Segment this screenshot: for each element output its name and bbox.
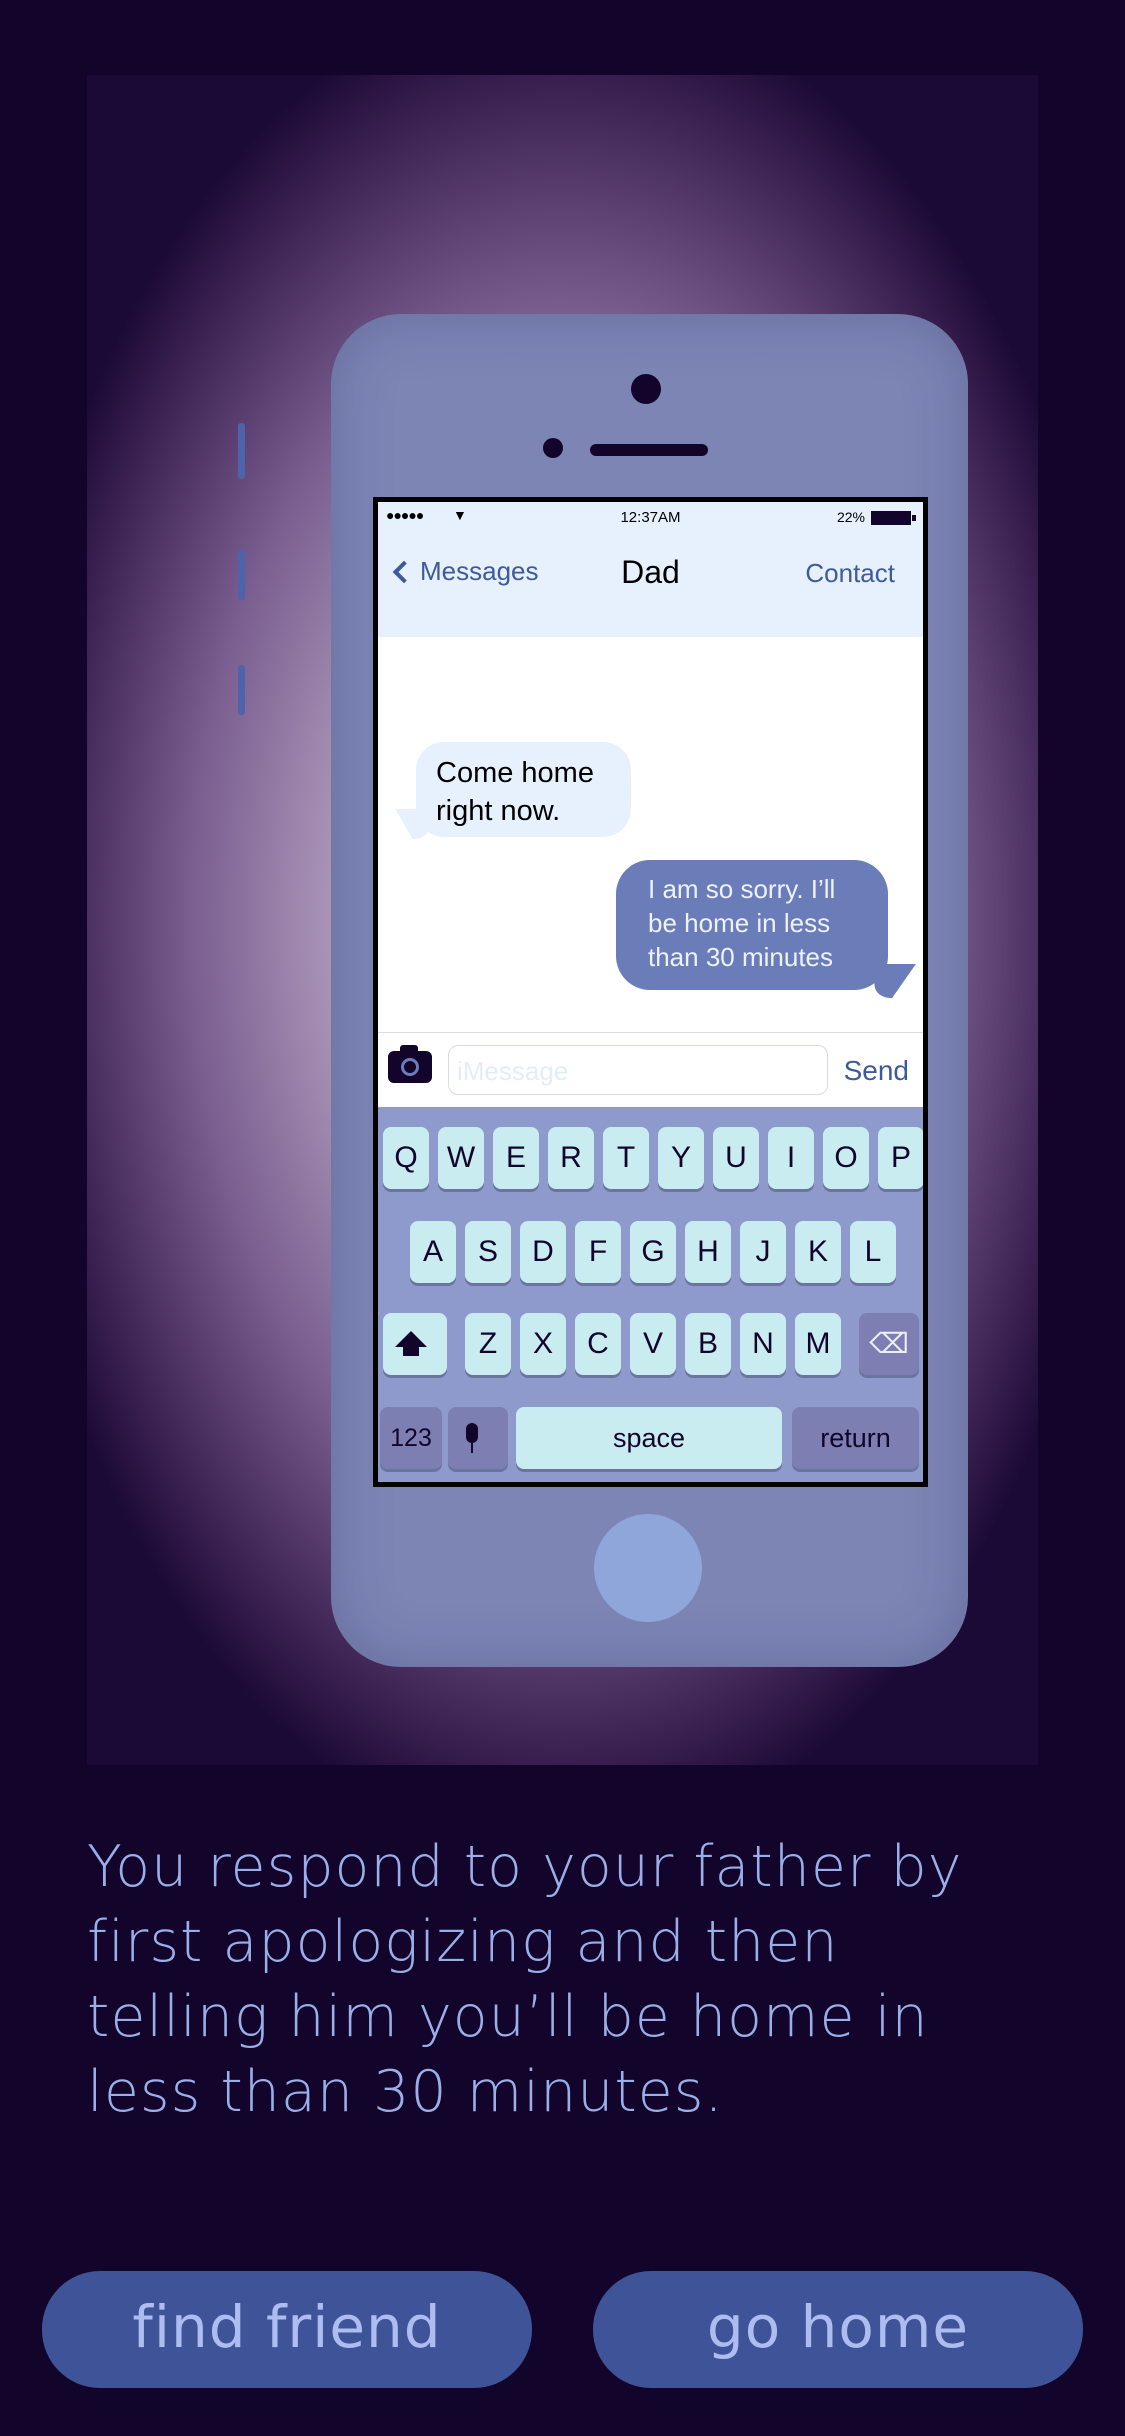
key-b: B [685, 1313, 731, 1375]
phone-volume-up [238, 550, 245, 600]
proximity-sensor [543, 438, 563, 458]
phone-screen: ●●●●● ▼ 12:37AM 22% Messages Dad Contact… [373, 497, 928, 1487]
incoming-message-bubble: Come home right now. [416, 742, 631, 837]
key-v: V [630, 1313, 676, 1375]
key-z: Z [465, 1313, 511, 1375]
key-l: L [850, 1221, 896, 1283]
message-line: right now. [436, 795, 561, 827]
message-input-bar: iMessage Send [378, 1032, 923, 1107]
key-p: P [878, 1127, 923, 1189]
key-y: Y [658, 1127, 704, 1189]
key-h: H [685, 1221, 731, 1283]
key-m: M [795, 1313, 841, 1375]
key-o: O [823, 1127, 869, 1189]
key-q: Q [383, 1127, 429, 1189]
messages-nav-bar: Messages Dad Contact [378, 532, 923, 637]
space-key: space [516, 1407, 782, 1469]
home-button [594, 1514, 702, 1622]
find-friend-button[interactable]: find friend [42, 2271, 532, 2388]
message-input: iMessage [448, 1045, 828, 1095]
phone-illustration: ●●●●● ▼ 12:37AM 22% Messages Dad Contact… [331, 314, 968, 1667]
key-n: N [740, 1313, 786, 1375]
return-key: return [792, 1407, 919, 1469]
shift-key [383, 1313, 447, 1375]
key-i: I [768, 1127, 814, 1189]
key-s: S [465, 1221, 511, 1283]
phone-volume-down [238, 665, 245, 715]
microphone-icon [466, 1423, 478, 1443]
key-t: T [603, 1127, 649, 1189]
camera-icon [388, 1045, 432, 1083]
key-u: U [713, 1127, 759, 1189]
story-text: You respond to your father by first apol… [87, 1834, 963, 2125]
go-home-button[interactable]: go home [593, 2271, 1083, 2388]
key-r: R [548, 1127, 594, 1189]
key-w: W [438, 1127, 484, 1189]
earpiece-speaker [590, 444, 708, 456]
scene-illustration: ●●●●● ▼ 12:37AM 22% Messages Dad Contact… [87, 75, 1038, 1765]
delete-key: ⌫ [859, 1313, 919, 1375]
key-e: E [493, 1127, 539, 1189]
status-bar: ●●●●● ▼ 12:37AM 22% [378, 502, 923, 532]
outgoing-message-bubble: I am so sorry. I’ll be home in less than… [616, 860, 888, 990]
shift-arrow-icon [395, 1331, 427, 1347]
key-k: K [795, 1221, 841, 1283]
message-line: be home in less [648, 908, 831, 938]
message-line: Come home [436, 757, 594, 789]
message-line: than 30 minutes [648, 942, 834, 972]
send-button: Send [843, 1055, 909, 1086]
keyboard: Q W E R T Y U I O P A S D F G H J K L Z … [378, 1107, 923, 1482]
phone-mute-switch [238, 423, 245, 479]
key-c: C [575, 1313, 621, 1375]
battery-percent: 22% [836, 509, 865, 525]
key-d: D [520, 1221, 566, 1283]
message-line: I am so sorry. I’ll [648, 874, 836, 904]
contact-button: Contact [805, 558, 895, 588]
key-a: A [410, 1221, 456, 1283]
front-camera-icon [631, 374, 661, 404]
key-g: G [630, 1221, 676, 1283]
microphone-key [448, 1407, 508, 1469]
key-x: X [520, 1313, 566, 1375]
numbers-key: 123 [380, 1407, 442, 1469]
key-j: J [740, 1221, 786, 1283]
key-f: F [575, 1221, 621, 1283]
battery-icon [871, 511, 916, 525]
